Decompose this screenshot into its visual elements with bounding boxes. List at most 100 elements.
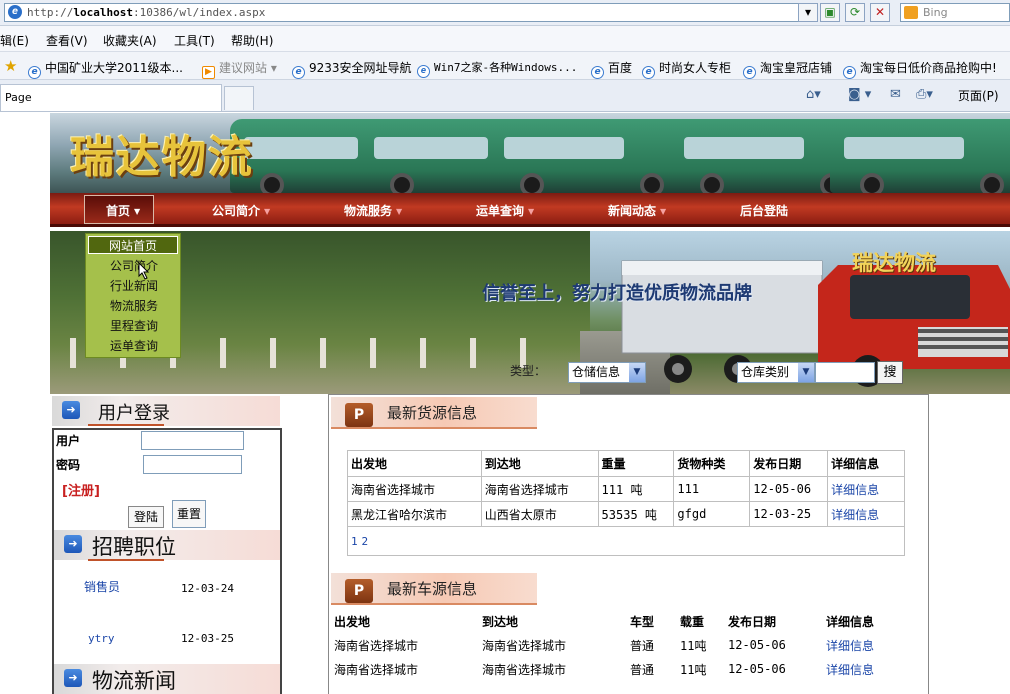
banner-truck-image bbox=[830, 119, 1010, 193]
bing-icon bbox=[904, 6, 918, 19]
details-link[interactable]: 详细信息 bbox=[826, 657, 894, 681]
favorite-link[interactable]: e 中国矿业大学2011级本... bbox=[28, 59, 183, 79]
cargo-title: 最新货源信息 bbox=[387, 404, 478, 422]
table-cell: 11吨 bbox=[680, 638, 707, 653]
nav-dropdown-menu: 网站首页 公司简介 行业新闻 物流服务 里程查询 运单查询 bbox=[85, 233, 181, 358]
table-cell: 海南省选择城市 bbox=[334, 638, 419, 653]
site-logo[interactable]: 瑞达物流 bbox=[70, 121, 254, 185]
search-type-value: 仓储信息 bbox=[572, 365, 621, 379]
page-link-1[interactable]: 1 bbox=[351, 535, 358, 548]
register-link[interactable]: [注册] bbox=[62, 480, 100, 499]
table-row: 海南省选择城市 海南省选择城市 普通 11吨 12-05-06 详细信息 bbox=[334, 633, 894, 657]
menu-favorites[interactable]: 收藏夹(A) bbox=[103, 32, 157, 49]
nav-admin-login[interactable]: 后台登陆 bbox=[740, 202, 788, 219]
ie-favicon-icon: e bbox=[642, 66, 655, 79]
refresh-icon[interactable]: ⟳ bbox=[845, 3, 865, 22]
ie-favicon-icon: e bbox=[743, 66, 756, 79]
nav-label: 运单查询 bbox=[476, 204, 525, 218]
favorites-star-icon[interactable]: ★ bbox=[4, 57, 17, 75]
table-cell: 12-05-06 bbox=[749, 476, 829, 502]
vehicle-title: 最新车源信息 bbox=[387, 580, 478, 598]
vehicle-table: 出发地 到达地 车型 载重 发布日期 详细信息 海南省选择城市 海南省选择城市 … bbox=[334, 609, 894, 681]
job-date: 12-03-24 bbox=[181, 582, 234, 595]
favorite-link[interactable]: e 淘宝每日低价商品抢购中! bbox=[843, 59, 997, 79]
category-select[interactable]: 仓库类别 ▼ bbox=[737, 362, 815, 383]
address-bar-row: e http://localhost:10386/wl/index.aspx ▾… bbox=[0, 0, 1010, 26]
new-tab-button[interactable] bbox=[224, 86, 254, 110]
slogan: 信誉至上，努力打造优质物流品牌 bbox=[482, 283, 752, 304]
favorite-label: Win7之家-各种Windows... bbox=[434, 61, 578, 74]
nav-company[interactable]: 公司简介 ▼ bbox=[212, 202, 270, 219]
compatibility-view-icon[interactable]: ▣ bbox=[820, 3, 840, 22]
reset-button[interactable]: 重置 bbox=[172, 500, 206, 528]
column-header: 详细信息 bbox=[827, 450, 905, 477]
keyword-input[interactable] bbox=[815, 362, 875, 383]
favorite-link[interactable]: e 时尚女人专柜 bbox=[642, 59, 731, 79]
dropdown-item-waybill[interactable]: 运单查询 bbox=[86, 337, 182, 354]
table-header-row: 出发地 到达地 车型 载重 发布日期 详细信息 bbox=[334, 609, 894, 633]
nav-home[interactable]: 首页 ▼ bbox=[106, 202, 140, 219]
dropdown-item-industry-news[interactable]: 行业新闻 bbox=[86, 277, 182, 294]
column-header: 发布日期 bbox=[728, 614, 777, 629]
table-cell: 海南省选择城市 bbox=[480, 476, 599, 502]
url-prefix: http:// bbox=[27, 6, 74, 19]
address-dropdown-button[interactable]: ▾ bbox=[798, 3, 818, 22]
table-cell: 11吨 bbox=[680, 662, 707, 677]
table-cell: 普通 bbox=[630, 638, 655, 653]
ie-favicon-icon: e bbox=[417, 65, 430, 78]
menu-view[interactable]: 查看(V) bbox=[46, 32, 88, 49]
username-input[interactable] bbox=[141, 431, 244, 450]
menu-help[interactable]: 帮助(H) bbox=[231, 32, 273, 49]
job-link[interactable]: ytry bbox=[88, 632, 115, 645]
favorite-suggested-sites[interactable]: ▶ 建议网站 ▾ bbox=[202, 59, 277, 79]
favorite-link[interactable]: e 百度 bbox=[591, 59, 632, 79]
menu-edit[interactable]: 辑(E) bbox=[0, 32, 29, 49]
favorite-label: 建议网站 bbox=[219, 61, 268, 75]
favorite-link[interactable]: e Win7之家-各种Windows... bbox=[417, 59, 577, 78]
table-row: 黑龙江省哈尔滨市 山西省太原市 53535 吨 gfgd 12-03-25 详细… bbox=[347, 501, 905, 527]
nav-news[interactable]: 新闻动态 ▼ bbox=[608, 202, 666, 219]
page-link-2[interactable]: 2 bbox=[361, 535, 368, 548]
home-icon[interactable]: ⌂▾ bbox=[806, 87, 821, 102]
search-button[interactable]: 搜 bbox=[877, 361, 903, 384]
print-icon[interactable]: ⎙▾ bbox=[916, 87, 933, 102]
favorite-link[interactable]: e 淘宝皇冠店铺 bbox=[743, 59, 832, 79]
mouse-cursor-icon bbox=[138, 262, 150, 280]
search-type-select[interactable]: 仓储信息 ▼ bbox=[568, 362, 646, 383]
ie-favicon-icon: e bbox=[292, 66, 305, 79]
ie-page-icon: e bbox=[8, 5, 22, 19]
details-link[interactable]: 详细信息 bbox=[826, 633, 894, 657]
details-link[interactable]: 详细信息 bbox=[827, 476, 905, 502]
site-banner: 瑞达物流 bbox=[50, 113, 1010, 193]
job-link[interactable]: 销售员 bbox=[84, 578, 120, 595]
favorite-link[interactable]: e 9233安全网址导航 bbox=[292, 59, 412, 79]
favorite-label: 9233安全网址导航 bbox=[309, 61, 412, 75]
nav-waybill[interactable]: 运单查询 ▼ bbox=[476, 202, 534, 219]
mail-icon[interactable]: ✉ bbox=[890, 87, 901, 102]
search-engine-box[interactable]: Bing bbox=[900, 3, 1010, 22]
nav-label: 公司简介 bbox=[212, 204, 261, 218]
password-input[interactable] bbox=[143, 455, 242, 474]
dropdown-item-company[interactable]: 公司简介 bbox=[86, 257, 182, 274]
dropdown-item-mileage[interactable]: 里程查询 bbox=[86, 317, 182, 334]
table-cell: 黑龙江省哈尔滨市 bbox=[347, 501, 482, 527]
ie-favicon-icon: e bbox=[843, 66, 856, 79]
table-cell: 海南省选择城市 bbox=[334, 662, 419, 677]
vehicle-header: P 最新车源信息 bbox=[331, 573, 537, 605]
tab-page[interactable]: Page bbox=[0, 84, 222, 111]
tab-bar: Page ⌂▾ ◙ ▾ ✉ ⎙▾ bbox=[0, 80, 1010, 112]
details-link[interactable]: 详细信息 bbox=[827, 501, 905, 527]
page-menu[interactable]: 页面(P) bbox=[958, 87, 999, 104]
password-label: 密码 bbox=[56, 458, 81, 472]
stop-icon[interactable]: ✕ bbox=[870, 3, 890, 22]
address-input[interactable]: e http://localhost:10386/wl/index.aspx bbox=[4, 3, 814, 22]
menu-tools[interactable]: 工具(T) bbox=[174, 32, 215, 49]
table-cell: gfgd bbox=[673, 501, 751, 527]
nav-logistics[interactable]: 物流服务 ▼ bbox=[344, 202, 402, 219]
column-header: 车型 bbox=[630, 614, 655, 629]
dropdown-item-site-home[interactable]: 网站首页 bbox=[88, 236, 178, 254]
login-button[interactable]: 登陆 bbox=[128, 506, 164, 528]
header-underline bbox=[88, 424, 164, 426]
rss-feed-icon[interactable]: ◙ ▾ bbox=[848, 87, 871, 102]
dropdown-item-logistics[interactable]: 物流服务 bbox=[86, 297, 182, 314]
